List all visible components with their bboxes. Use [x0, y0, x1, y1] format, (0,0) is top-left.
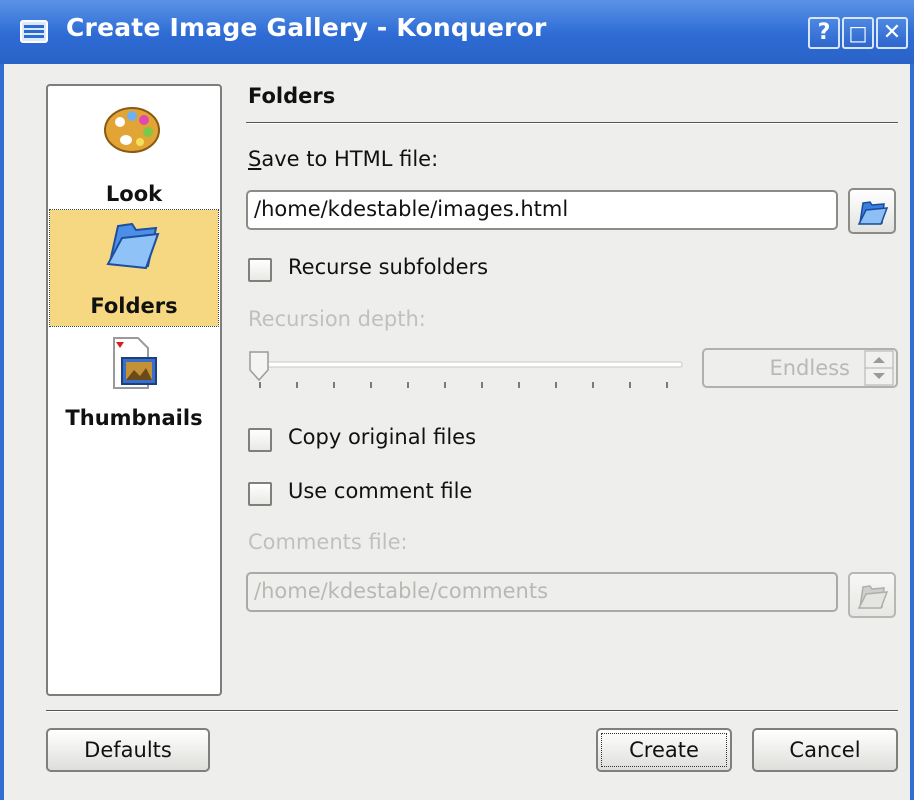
- open-folder-icon: [857, 201, 889, 225]
- browse-comments-file-button[interactable]: [848, 572, 896, 618]
- dialog-window: Create Image Gallery - Konqueror ? □ ✕ L…: [0, 0, 914, 800]
- recurse-subfolders-label[interactable]: Recurse subfolders: [288, 255, 488, 279]
- mnemonic: S: [248, 147, 262, 171]
- nav-item-label: Folders: [90, 294, 178, 318]
- nav-item-label: Thumbnails: [65, 406, 203, 430]
- nav-item-folders[interactable]: Folders: [49, 209, 219, 327]
- comments-file-label: Comments file:: [248, 530, 408, 554]
- label-text: ave to HTML file:: [261, 147, 439, 171]
- button-divider: [46, 710, 898, 712]
- spinbox-value: Endless: [769, 356, 850, 380]
- page-list: Look Folders Thumbnails: [46, 84, 222, 696]
- browse-html-file-button[interactable]: [848, 188, 896, 234]
- defaults-button[interactable]: Defaults: [46, 728, 210, 772]
- palette-icon: [104, 107, 160, 153]
- recursion-depth-slider[interactable]: [248, 348, 684, 398]
- use-comment-file-label[interactable]: Use comment file: [288, 479, 472, 503]
- open-folder-icon: [857, 585, 889, 609]
- comments-file-input[interactable]: /home/kdestable/comments: [246, 572, 838, 612]
- copy-original-files-checkbox[interactable]: [248, 428, 272, 452]
- cancel-button[interactable]: Cancel: [752, 728, 898, 772]
- nav-item-look[interactable]: Look: [50, 94, 218, 212]
- close-button[interactable]: ✕: [876, 17, 908, 49]
- slider-handle: [249, 351, 269, 382]
- recursion-depth-spinbox[interactable]: Endless: [702, 348, 898, 388]
- gallery-window-icon: [20, 20, 48, 43]
- slider-track: [249, 351, 683, 388]
- title-bar[interactable]: Create Image Gallery - Konqueror ? □ ✕: [0, 0, 914, 64]
- folder-icon: [106, 222, 160, 270]
- spin-arrows-icon: [864, 350, 894, 386]
- recursion-depth-label: Recursion depth:: [248, 307, 426, 331]
- save-to-html-label: Save to HTML file:: [248, 147, 438, 171]
- create-button[interactable]: Create: [596, 728, 732, 772]
- nav-item-thumbnails[interactable]: Thumbnails: [50, 330, 218, 442]
- html-file-input[interactable]: /home/kdestable/images.html: [246, 190, 838, 230]
- window-title: Create Image Gallery - Konqueror: [66, 13, 547, 42]
- nav-item-label: Look: [105, 182, 163, 206]
- help-button[interactable]: ?: [808, 17, 840, 49]
- page-title: Folders: [248, 84, 336, 108]
- use-comment-file-checkbox[interactable]: [248, 482, 272, 506]
- maximize-button[interactable]: □: [842, 17, 874, 49]
- recurse-subfolders-checkbox[interactable]: [248, 258, 272, 282]
- heading-divider: [246, 122, 898, 124]
- copy-original-files-label[interactable]: Copy original files: [288, 425, 476, 449]
- thumbnails-icon: [113, 337, 157, 389]
